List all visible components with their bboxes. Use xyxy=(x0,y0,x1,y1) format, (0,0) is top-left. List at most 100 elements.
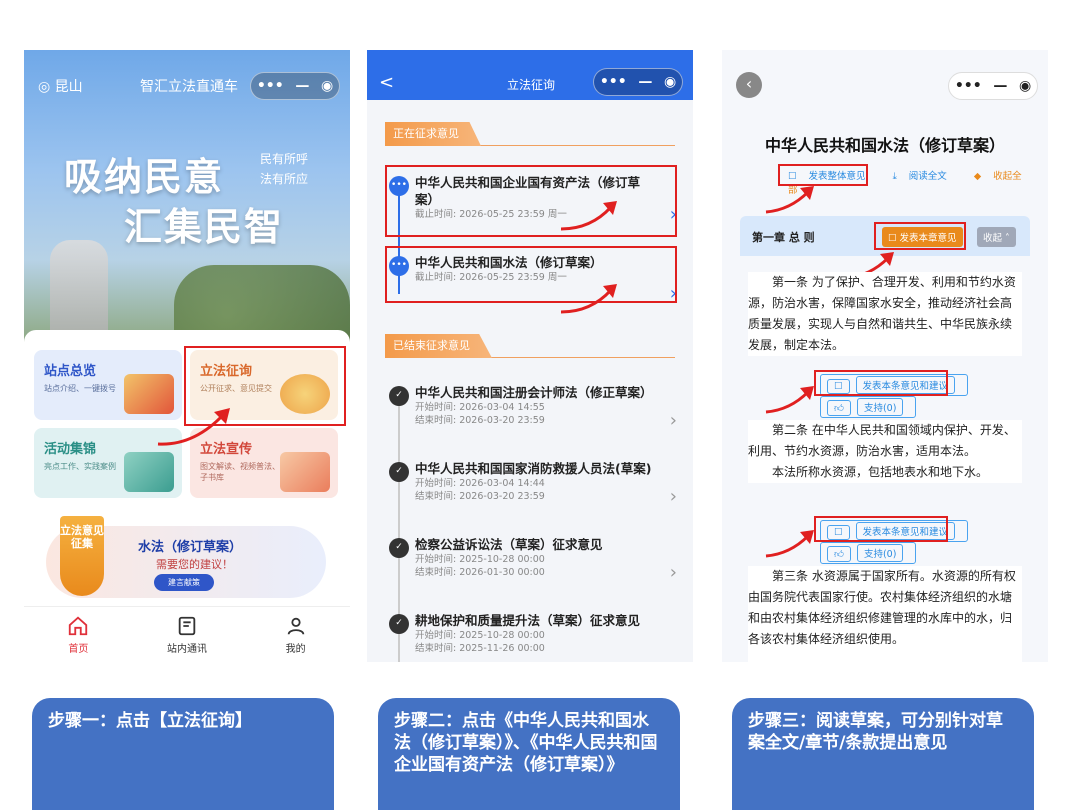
chevron-right-icon: › xyxy=(669,486,677,507)
nav-header: < 立法征询 ••• — ◉ xyxy=(367,50,693,100)
section-label: 正在征求意见 xyxy=(385,122,481,146)
water-law-banner[interactable]: 立法意见征集 水法（修订草案） 需要您的建议！ 建言献策 xyxy=(46,516,326,598)
chevron-right-icon: › xyxy=(669,410,677,431)
article-3: 第三条 水资源属于国家所有。水资源的所有权由国务院代表国家行使。农村集体经济组织… xyxy=(748,566,1022,662)
miniprogram-capsule[interactable]: ••• — ◉ xyxy=(593,68,683,96)
item-name: 中华人民共和国国家消防救援人员法(草案) xyxy=(415,461,652,476)
page-title: 立法征询 xyxy=(507,78,556,92)
consultation-list-screen: < 立法征询 ••• — ◉ 正在征求意见 ••• 中华人民共和国企业国有资产法… xyxy=(367,50,693,662)
more-dots-icon[interactable]: ••• xyxy=(600,74,627,90)
item-end: 结束时间: 2026-03-20 23:59 xyxy=(415,415,545,426)
highlight-box xyxy=(814,516,948,542)
highlight-box xyxy=(385,165,677,237)
red-arrow-icon xyxy=(765,386,814,414)
minimize-icon[interactable]: — xyxy=(295,78,309,94)
item-end: 结束时间: 2025-11-26 00:00 xyxy=(415,643,545,654)
red-arrow-icon xyxy=(765,530,814,558)
minimize-icon[interactable]: — xyxy=(993,78,1007,94)
tab-label: 我的 xyxy=(285,643,306,655)
article-2-text: 第二条 在中华人民共和国领域内保护、开发、利用、节约水资源，防治水害，适用本法。 xyxy=(748,423,1016,458)
miniprogram-capsule[interactable]: ••• — ◉ xyxy=(250,72,340,100)
item-name: 检察公益诉讼法（草案）征求意见 xyxy=(415,537,603,552)
layers-icon: ◆ xyxy=(973,171,982,182)
highlight-box xyxy=(814,370,948,396)
more-dots-icon[interactable]: ••• xyxy=(257,78,284,94)
close-circle-icon[interactable]: ◉ xyxy=(664,74,676,90)
red-arrow-icon xyxy=(765,186,814,214)
item-end: 结束时间: 2026-01-30 00:00 xyxy=(415,567,545,578)
list-item-farmland-law[interactable]: ✓ 耕地保护和质量提升法（草案）征求意见 开始时间: 2025-10-28 00… xyxy=(389,612,681,655)
chevron-right-icon: › xyxy=(669,562,677,583)
miniprogram-capsule[interactable]: ••• — ◉ xyxy=(948,72,1038,100)
button-label: 阅读全文 xyxy=(908,171,947,182)
location-pin-icon: ◎ xyxy=(38,79,51,95)
download-icon: ⤓ xyxy=(892,171,897,182)
tab-label: 首页 xyxy=(68,643,89,655)
red-arrow-icon xyxy=(157,408,230,446)
section-label: 已结束征求意见 xyxy=(385,334,492,358)
more-dots-icon[interactable]: ••• xyxy=(955,78,982,94)
hero-banner: ◎ 昆山 智汇立法直通车 ••• — ◉ 吸纳民意 汇集民智 民有所呼 法有所应 xyxy=(24,50,350,350)
button-label: 支持(0) xyxy=(856,398,904,416)
app-title: 智汇立法直通车 xyxy=(140,79,238,95)
item-start: 开始时间: 2025-10-28 00:00 xyxy=(415,630,545,641)
list-item-procuratorial-law[interactable]: ✓ 检察公益诉讼法（草案）征求意见 开始时间: 2025-10-28 00:00… xyxy=(389,536,681,583)
open-book-icon xyxy=(280,452,330,492)
minimize-icon[interactable]: — xyxy=(638,74,652,90)
ended-section-header: 已结束征求意见 xyxy=(385,334,675,358)
chevron-up-icon: ˄ xyxy=(1002,233,1010,244)
thumbs-up-icon: 👍︎ xyxy=(827,546,851,562)
tab-messages[interactable]: 站内通讯 xyxy=(133,607,242,662)
slogan-line1: 吸纳民意 xyxy=(64,154,225,199)
close-circle-icon[interactable]: ◉ xyxy=(1019,78,1031,94)
step-caption-2: 步骤二：点击《中华人民共和国水法（修订草案）》、《中华人民共和国企业国有资产法（… xyxy=(378,698,680,810)
draft-title: 中华人民共和国水法（修订草案） xyxy=(764,136,1005,155)
slogan-sub2: 法有所应 xyxy=(260,172,309,186)
tab-label: 站内通讯 xyxy=(167,643,207,655)
list-item-cpa-law[interactable]: ✓ 中华人民共和国注册会计师法（修正草案） 开始时间: 2026-03-04 1… xyxy=(389,384,681,431)
red-arrow-icon xyxy=(560,201,617,231)
item-name: 耕地保护和质量提升法（草案）征求意见 xyxy=(415,613,641,628)
bottom-tabbar: 首页 站内通讯 我的 xyxy=(24,606,350,662)
tile-subtitle: 亮点工作、实践案例 xyxy=(44,462,116,471)
close-circle-icon[interactable]: ◉ xyxy=(321,78,333,94)
item-end: 结束时间: 2026-03-20 23:59 xyxy=(415,491,545,502)
check-circle-icon: ✓ xyxy=(389,462,409,482)
home-icon xyxy=(69,616,88,635)
item-start: 开始时间: 2026-03-04 14:55 xyxy=(415,402,545,413)
suggest-button[interactable]: 建言献策 xyxy=(154,574,214,591)
check-circle-icon: ✓ xyxy=(389,614,409,634)
location-selector[interactable]: ◎ 昆山 xyxy=(38,76,83,96)
banner-subtitle: 需要您的建议！ xyxy=(156,558,233,571)
check-circle-icon: ✓ xyxy=(389,538,409,558)
article-2-text2: 本法所称水资源，包括地表水和地下水。 xyxy=(772,465,989,479)
support-button[interactable]: 👍︎ 支持(0) xyxy=(820,542,917,564)
step-caption-3: 步骤三：阅读草案，可分别针对草案全文/章节/条款提出意见 xyxy=(732,698,1034,810)
user-icon xyxy=(287,617,304,635)
article-2: 第二条 在中华人民共和国领域内保护、开发、利用、节约水资源，防治水害，适用本法。… xyxy=(748,420,1022,483)
tab-profile[interactable]: 我的 xyxy=(241,607,350,662)
article-1: 第一条 为了保护、合理开发、利用和节约水资源，防治水害，保障国家水安全，推动经济… xyxy=(748,272,1022,356)
tab-home[interactable]: 首页 xyxy=(24,607,133,662)
ongoing-section-header: 正在征求意见 xyxy=(385,122,675,146)
back-icon[interactable]: < xyxy=(379,72,394,93)
solicitation-badge: 立法意见征集 xyxy=(60,516,104,596)
back-icon[interactable]: ‹ xyxy=(736,72,762,98)
support-button[interactable]: 👍︎ 支持(0) xyxy=(820,396,917,418)
draft-detail-screen: ‹ ••• — ◉ 中华人民共和国水法（修订草案） ☐ 发表整体意见 ⤓ 阅读全文 … xyxy=(722,50,1048,662)
read-full-button[interactable]: ⤓ 阅读全文 xyxy=(893,171,962,182)
home-screen: ◎ 昆山 智汇立法直通车 ••• — ◉ 吸纳民意 汇集民智 民有所呼 法有所应… xyxy=(24,50,350,662)
check-circle-icon: ✓ xyxy=(389,386,409,406)
chapter-title: 第一章 总 则 xyxy=(752,231,815,244)
button-label: 支持(0) xyxy=(856,544,904,562)
slogan-line2: 汇集民智 xyxy=(124,204,285,249)
list-item-fire-rescue-law[interactable]: ✓ 中华人民共和国国家消防救援人员法(草案) 开始时间: 2026-03-04 … xyxy=(389,460,681,507)
tile-subtitle: 图文解读、视频普法、电子书库 xyxy=(200,462,288,482)
item-name: 中华人民共和国注册会计师法（修正草案） xyxy=(415,385,653,400)
step-caption-1: 步骤一：点击【立法征询】 xyxy=(32,698,334,810)
location-label: 昆山 xyxy=(54,79,83,95)
highlight-box xyxy=(385,246,677,303)
slogan-sub1: 民有所呼 xyxy=(260,152,309,166)
chapter-collapse-button[interactable]: 收起 ˄ xyxy=(977,227,1016,247)
button-label: 收起 xyxy=(983,233,1003,244)
